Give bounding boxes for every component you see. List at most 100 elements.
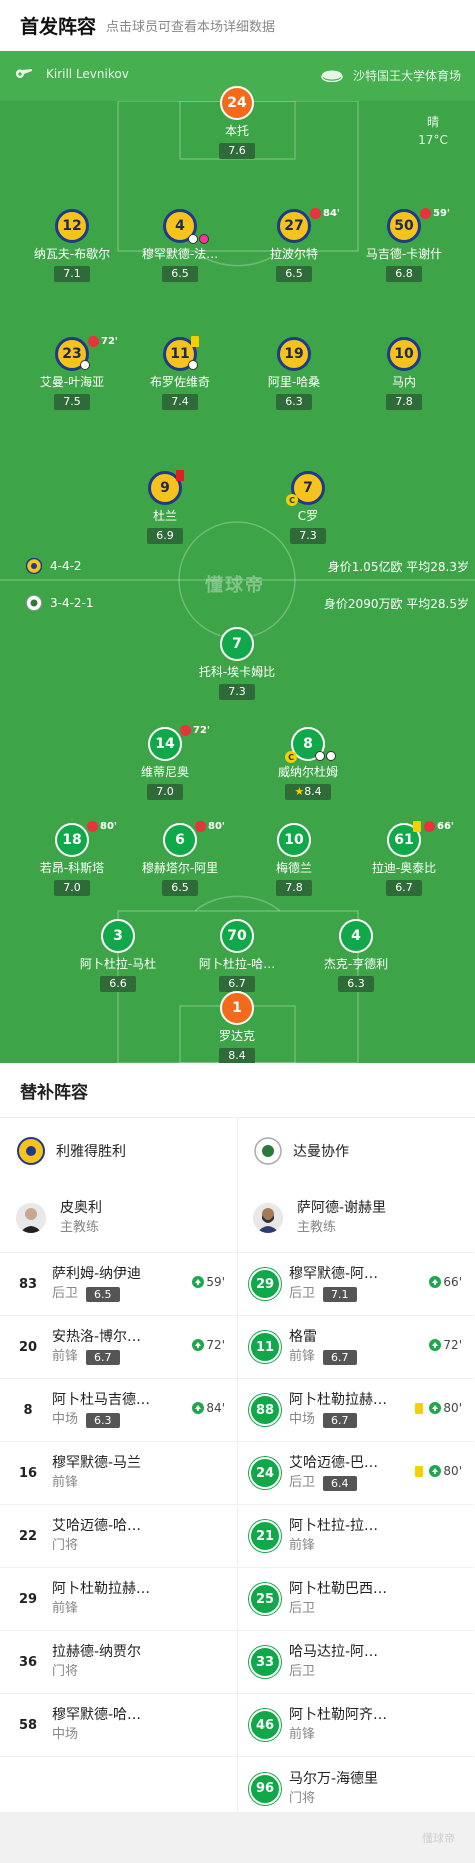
player-home[interactable]: 61 66' 拉迪-奥泰比 6.7: [344, 821, 464, 896]
player-home[interactable]: 6 80' 穆赫塔尔-阿里 6.5: [120, 821, 240, 896]
player-away[interactable]: 23 72' 艾曼-叶海亚 7.5: [12, 336, 132, 410]
player-number: 6 80': [163, 821, 225, 857]
player-away[interactable]: 7 C C罗 7.3: [248, 471, 368, 544]
player-name: 阿卜杜拉-马杜: [79, 957, 157, 971]
yellow-card-icon: [415, 1402, 424, 1414]
yellow-card-icon: [415, 1465, 424, 1477]
player-away[interactable]: 27 84' 拉波尔特 6.5: [234, 208, 354, 282]
player-name: 纳瓦夫-布歇尔: [33, 247, 111, 261]
player-home[interactable]: 4 杰克-亨德利 6.3: [296, 919, 416, 992]
player-name: 若昂-科斯塔: [39, 861, 105, 875]
home-team-logo-icon: [26, 595, 42, 611]
player-number: 10: [277, 823, 311, 857]
player-rating: 6.5: [162, 880, 198, 896]
list-item[interactable]: 25 阿卜杜勒巴西… 后卫: [237, 1568, 474, 1631]
list-item[interactable]: 83 萨利姆-纳伊迪 后卫 6.5 59': [0, 1253, 237, 1316]
player-home[interactable]: 10 梅德兰 7.8: [234, 823, 354, 896]
player-number: 1: [220, 991, 254, 1025]
player-home[interactable]: 14 72' 维蒂尼奥 7.0: [105, 725, 225, 800]
watermark: 懂球帝: [205, 575, 265, 596]
list-item[interactable]: 11 格雷 前锋 6.7 72': [237, 1316, 474, 1379]
player-number: 19: [277, 337, 311, 371]
player-home[interactable]: 3 阿卜杜拉-马杜 6.6: [58, 919, 178, 992]
sub-in-time: 72': [429, 1338, 462, 1352]
team-name: 利雅得胜利: [56, 1143, 126, 1160]
player-home[interactable]: 8 C 威纳尔杜姆 ★8.4: [248, 727, 368, 800]
stadium-icon: [321, 70, 343, 82]
player-rating: 6.8: [386, 266, 422, 282]
list-item[interactable]: 29 穆罕默德-阿… 后卫 7.1 66': [237, 1253, 474, 1316]
player-name: 威纳尔杜姆: [277, 765, 338, 779]
list-item[interactable]: 21 阿卜杜拉-拉… 前锋: [237, 1505, 474, 1568]
referee: Kirill Levnikov: [14, 67, 129, 81]
player-number: 24: [220, 86, 254, 120]
list-item[interactable]: 16 穆罕默德-马兰 前锋: [0, 1442, 237, 1505]
player-rating: 8.4: [219, 1048, 255, 1063]
player-name: 拉波尔特: [269, 247, 318, 261]
player-name: 艾曼-叶海亚: [39, 375, 105, 389]
footer-logo: 懂球帝: [422, 1832, 455, 1845]
substitution-out-icon: 59': [420, 208, 450, 219]
sub-in-time: 59': [192, 1275, 225, 1289]
list-item[interactable]: 88 阿卜杜勒拉赫… 中场 6.7 80': [237, 1379, 474, 1442]
player-away[interactable]: 50 59' 马吉德-卡谢什 6.8: [344, 208, 464, 282]
player-name: C罗: [297, 509, 319, 523]
goal-icon: [315, 751, 337, 761]
player-home[interactable]: 18 80' 若昂-科斯塔 7.0: [12, 821, 132, 896]
list-item[interactable]: 24 艾哈迈德-巴… 后卫 6.4 80': [237, 1442, 474, 1505]
player-name: 杜兰: [152, 509, 177, 523]
list-item[interactable]: 22 艾哈迈德-哈… 门将: [0, 1505, 237, 1568]
player-away[interactable]: 19 阿里-哈桑 6.3: [234, 337, 354, 410]
player-name: 马内: [391, 375, 416, 389]
coach[interactable]: 皮奥利 主教练: [0, 1183, 237, 1253]
list-item[interactable]: 29 阿卜杜勒拉赫… 前锋: [0, 1568, 237, 1631]
away-team-value: 身价1.05亿欧 平均28.3岁: [327, 560, 469, 574]
header: 首发阵容 点击球员可查看本场详细数据: [0, 0, 475, 51]
player-number: 4: [163, 209, 209, 244]
player-rating: 7.0: [54, 880, 90, 896]
player-rating: 7.3: [290, 528, 326, 544]
list-item[interactable]: 46 阿卜杜勒阿齐… 前锋: [237, 1694, 474, 1757]
player-name: 穆赫塔尔-阿里: [141, 861, 219, 875]
player-away[interactable]: 9 杜兰 6.9: [105, 470, 225, 544]
whistle-icon: [15, 69, 32, 78]
player-away[interactable]: 4 穆罕默德-法… 6.5: [120, 209, 240, 282]
away-formation: 4-4-2: [26, 558, 82, 574]
player-away-gk[interactable]: 24 本托 7.6: [177, 86, 297, 159]
substitution-out-icon: 72': [180, 725, 210, 736]
weather: 晴 17°C: [418, 115, 448, 147]
sub-in-time: 80': [415, 1464, 462, 1478]
player-home[interactable]: 7 托科-埃卡姆比 7.3: [177, 627, 297, 700]
player-number: 7: [220, 627, 254, 661]
player-number: 70: [220, 919, 254, 953]
list-item[interactable]: 8 阿卜杜马吉德… 中场 6.3 84': [0, 1379, 237, 1442]
substitution-out-icon: 66': [413, 821, 454, 832]
player-rating: 7.4: [162, 394, 198, 410]
list-item[interactable]: 58 穆罕默德-哈… 中场: [0, 1694, 237, 1757]
pitch-lines: [0, 100, 475, 1063]
player-rating: 6.5: [162, 266, 198, 282]
pitch: Kirill Levnikov 沙特国王大学体育场 晴 17°C 懂球帝 4-4…: [0, 51, 475, 1063]
player-home[interactable]: 70 阿卜杜拉-哈… 6.7: [177, 919, 297, 992]
assist-icon: [188, 360, 199, 370]
player-away[interactable]: 11 布罗佐维奇 7.4: [120, 336, 240, 410]
player-rating: 7.1: [54, 266, 90, 282]
star-icon: ★: [294, 785, 305, 798]
page-title: 首发阵容: [20, 16, 97, 38]
player-name: 拉迪-奥泰比: [371, 861, 437, 875]
player-home-gk[interactable]: 1 罗达克 8.4: [177, 991, 297, 1063]
list-item[interactable]: 20 安热洛-博尔… 前锋 6.7 72': [0, 1316, 237, 1379]
coach[interactable]: 萨阿德-谢赫里 主教练: [237, 1183, 474, 1253]
substitution-out-icon: 72': [88, 336, 118, 347]
list-item[interactable]: 96 马尔万-海德里 门将: [237, 1757, 474, 1820]
red-card-icon: [176, 470, 184, 481]
player-away[interactable]: 12 纳瓦夫-布歇尔 7.1: [12, 209, 132, 282]
player-name: 托科-埃卡姆比: [198, 665, 276, 679]
footer: 懂球帝: [0, 1812, 475, 1863]
player-name: 本托: [224, 124, 249, 138]
home-subs: 达曼协作 萨阿德-谢赫里 主教练 29 穆罕默德-阿… 后卫 7.1 66' 11 格…: [237, 1118, 474, 1820]
list-item[interactable]: 33 哈马达拉-阿… 后卫: [237, 1631, 474, 1694]
sub-in-icon: [429, 1465, 442, 1477]
list-item[interactable]: 36 拉赫德-纳贾尔 门将: [0, 1631, 237, 1694]
player-away[interactable]: 10 马内 7.8: [344, 337, 464, 410]
